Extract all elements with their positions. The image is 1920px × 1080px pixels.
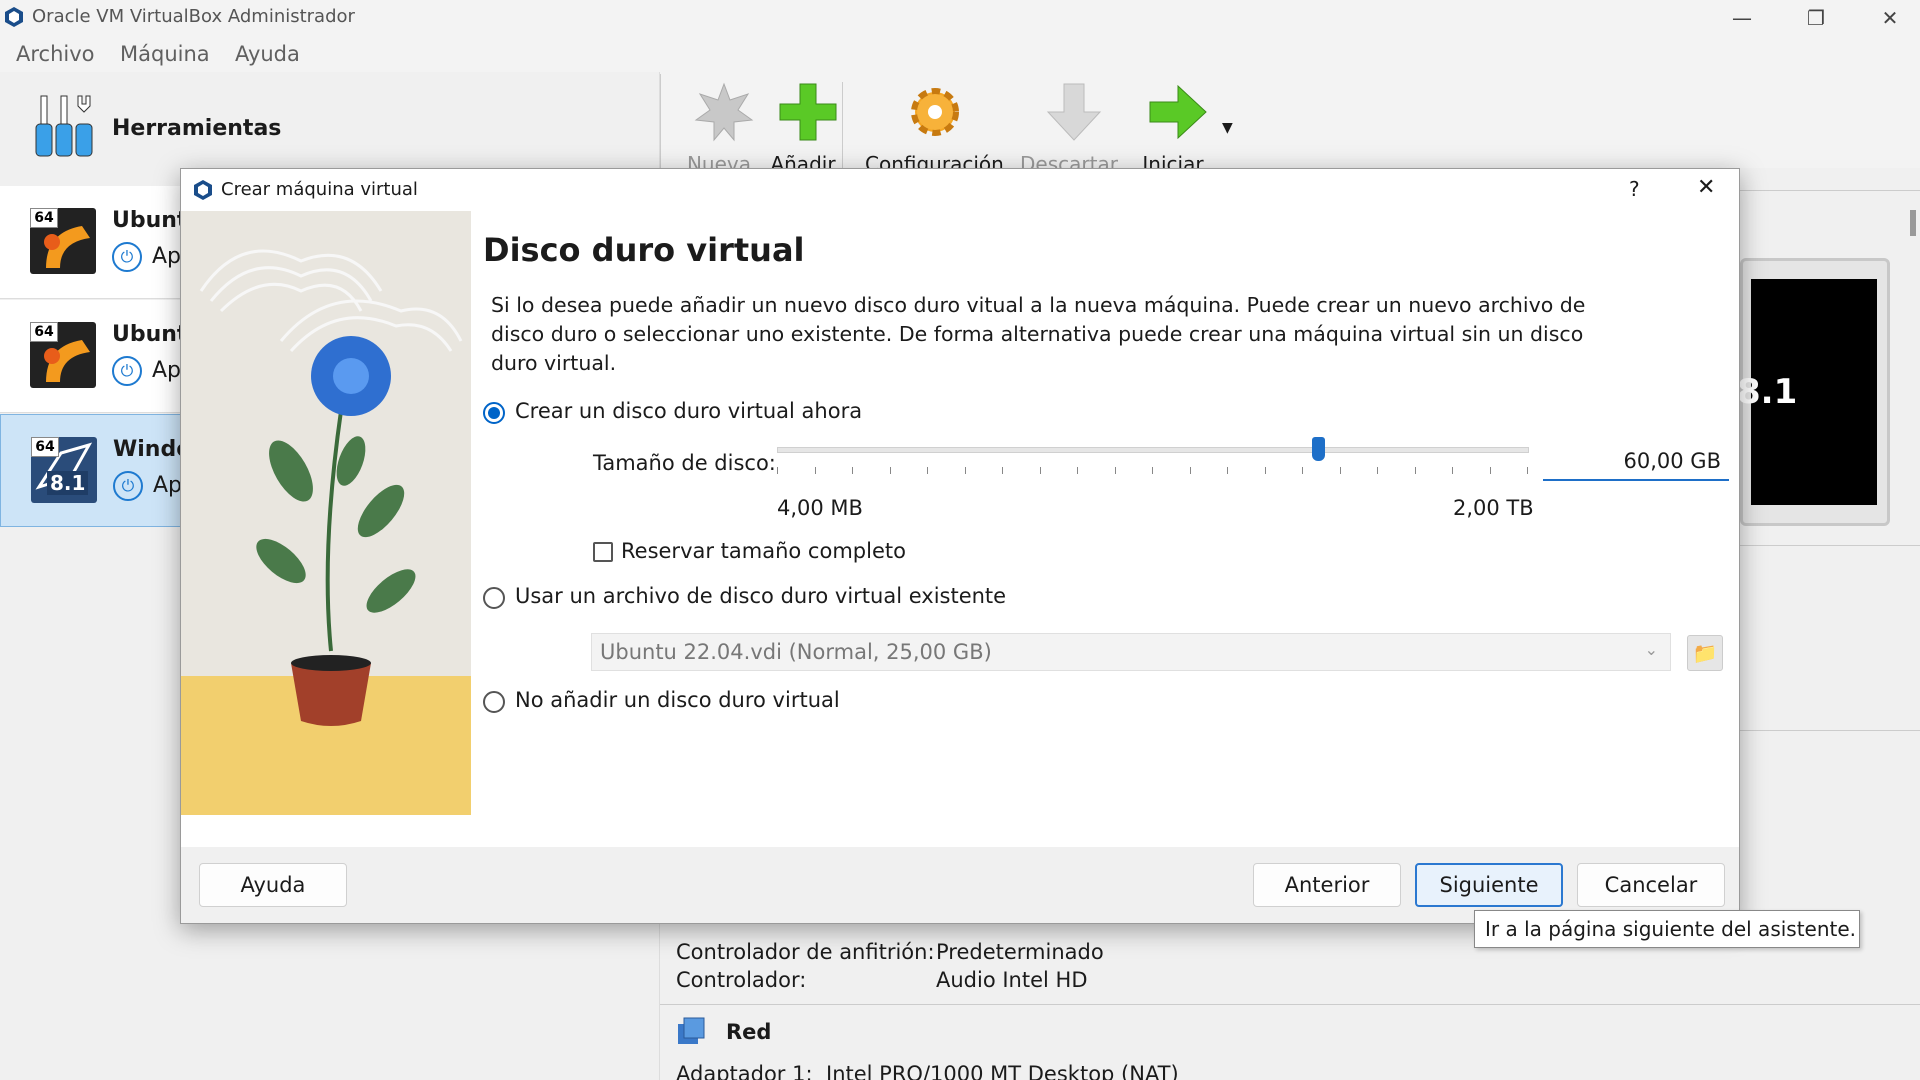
next-button[interactable]: Siguiente (1415, 863, 1563, 907)
start-button[interactable]: Iniciar (1118, 72, 1228, 176)
power-off-icon: ⏻ (112, 356, 142, 386)
audio-ctrl-label: Controlador: (676, 968, 807, 992)
power-off-icon: ⏻ (113, 471, 143, 501)
menu-archivo[interactable]: Archivo (16, 42, 95, 66)
ubuntu-os-icon: 64 (30, 208, 96, 274)
virtualbox-logo-icon (194, 180, 212, 200)
slider-tick (927, 467, 928, 474)
slider-tick (1265, 467, 1266, 474)
preview-text: 8.1 (1737, 372, 1798, 412)
virtualbox-logo-icon (5, 7, 23, 27)
slider-tick (1377, 467, 1378, 474)
start-arrow-icon (1149, 84, 1207, 140)
slider-tick (1527, 467, 1528, 474)
ubuntu-os-icon: 64 (30, 322, 96, 388)
audio-host-value: Predeterminado (936, 940, 1104, 964)
title-bar: Oracle VM VirtualBox Administrador — ❐ ✕ (0, 0, 1920, 36)
slider-tick (1115, 467, 1116, 474)
add-plus-icon (779, 83, 837, 141)
slider-tick (777, 467, 778, 474)
dialog-title: Crear máquina virtual (221, 179, 418, 200)
wizard-illustration (181, 211, 471, 815)
slider-max-label: 2,00 TB (1453, 496, 1534, 520)
minimize-button[interactable]: — (1712, 0, 1772, 36)
discard-arrow-icon (1046, 83, 1102, 141)
disk-size-slider[interactable] (777, 437, 1529, 477)
slider-thumb[interactable] (1312, 437, 1325, 461)
radio-existing-disk-label[interactable]: Usar un archivo de disco duro virtual ex… (515, 584, 1006, 608)
settings-gear-icon (911, 88, 959, 136)
network-icon (678, 1017, 705, 1044)
audio-ctrl-value: Audio Intel HD (936, 968, 1088, 992)
start-dropdown-arrow-icon[interactable]: ▼ (1222, 120, 1233, 136)
slider-tick (1452, 467, 1453, 474)
slider-tick (1227, 467, 1228, 474)
slider-tick (1190, 467, 1191, 474)
network-section-title[interactable]: Red (726, 1020, 771, 1044)
slider-min-label: 4,00 MB (777, 496, 863, 520)
dialog-close-button[interactable]: ✕ (1697, 175, 1715, 200)
choose-disk-folder-icon[interactable]: 📁 (1687, 635, 1723, 671)
radio-create-disk[interactable] (483, 402, 505, 424)
radio-no-disk-label[interactable]: No añadir un disco duro virtual (515, 688, 840, 712)
slider-tick (815, 467, 816, 474)
badge-64: 64 (30, 208, 58, 228)
badge-64: 64 (31, 437, 59, 457)
radio-create-disk-label[interactable]: Crear un disco duro virtual ahora (515, 399, 862, 423)
existing-disk-value: Ubuntu 22.04.vdi (Normal, 25,00 GB) (600, 640, 992, 664)
slider-tick (965, 467, 966, 474)
adapter-label: Adaptador 1: (676, 1062, 813, 1080)
details-audio-network: Controlador de anfitrión: Predeterminado… (660, 928, 1920, 1080)
vm-preview: 8.1 (1737, 258, 1890, 526)
chevron-down-icon: ⌄ (1644, 640, 1658, 659)
new-star-icon (694, 82, 754, 142)
slider-tick (1040, 467, 1041, 474)
page-description: Si lo desea puede añadir un nuevo disco … (491, 293, 1586, 375)
slider-tick (1490, 467, 1491, 474)
scrollbar-thumb[interactable] (1910, 210, 1916, 236)
create-vm-dialog: Crear máquina virtual ? ✕ Disco duro vir… (180, 168, 1740, 924)
slider-tick (1340, 467, 1341, 474)
badge-64: 64 (30, 322, 58, 342)
disk-size-label: Tamaño de disco: (593, 451, 776, 475)
tools-icon (35, 95, 93, 157)
menu-ayuda[interactable]: Ayuda (235, 42, 300, 66)
settings-button[interactable]: Configuración (865, 72, 1004, 176)
main-toolbar: Nueva Añadir Configuración Descartar Ini… (660, 72, 1920, 176)
reserve-full-size-checkbox[interactable] (593, 542, 613, 562)
slider-tick (890, 467, 891, 474)
help-button[interactable]: ? (1629, 177, 1640, 201)
adapter-value: Intel PRO/1000 MT Desktop (NAT) (826, 1062, 1179, 1080)
windows-os-icon: 64 8.1 (31, 437, 97, 503)
audio-host-label: Controlador de anfitrión: (676, 940, 935, 964)
help-wizard-button[interactable]: Ayuda (199, 863, 347, 907)
slider-tick (852, 467, 853, 474)
dialog-title-bar: Crear máquina virtual ? ✕ (181, 169, 1739, 211)
window-title: Oracle VM VirtualBox Administrador (32, 6, 355, 27)
slider-track (777, 447, 1529, 453)
slider-tick (1002, 467, 1003, 474)
page-heading: Disco duro virtual (483, 231, 805, 269)
existing-disk-select[interactable]: Ubuntu 22.04.vdi (Normal, 25,00 GB) ⌄ (591, 633, 1671, 671)
power-off-icon: ⏻ (112, 242, 142, 272)
slider-tick (1152, 467, 1153, 474)
radio-no-disk[interactable] (483, 691, 505, 713)
radio-existing-disk[interactable] (483, 587, 505, 609)
tools-label: Herramientas (112, 116, 282, 141)
maximize-button[interactable]: ❐ (1786, 0, 1846, 36)
close-button[interactable]: ✕ (1860, 0, 1920, 36)
disk-size-input[interactable]: 60,00 GB (1543, 443, 1729, 481)
next-button-tooltip: Ir a la página siguiente del asistente. (1474, 910, 1860, 948)
slider-tick (1302, 467, 1303, 474)
slider-tick (1415, 467, 1416, 474)
os-version-badge: 8.1 (47, 471, 89, 495)
reserve-full-size-label[interactable]: Reservar tamaño completo (621, 539, 906, 563)
back-button[interactable]: Anterior (1253, 863, 1401, 907)
menu-maquina[interactable]: Máquina (120, 42, 210, 66)
cancel-button[interactable]: Cancelar (1577, 863, 1725, 907)
slider-tick (1077, 467, 1078, 474)
